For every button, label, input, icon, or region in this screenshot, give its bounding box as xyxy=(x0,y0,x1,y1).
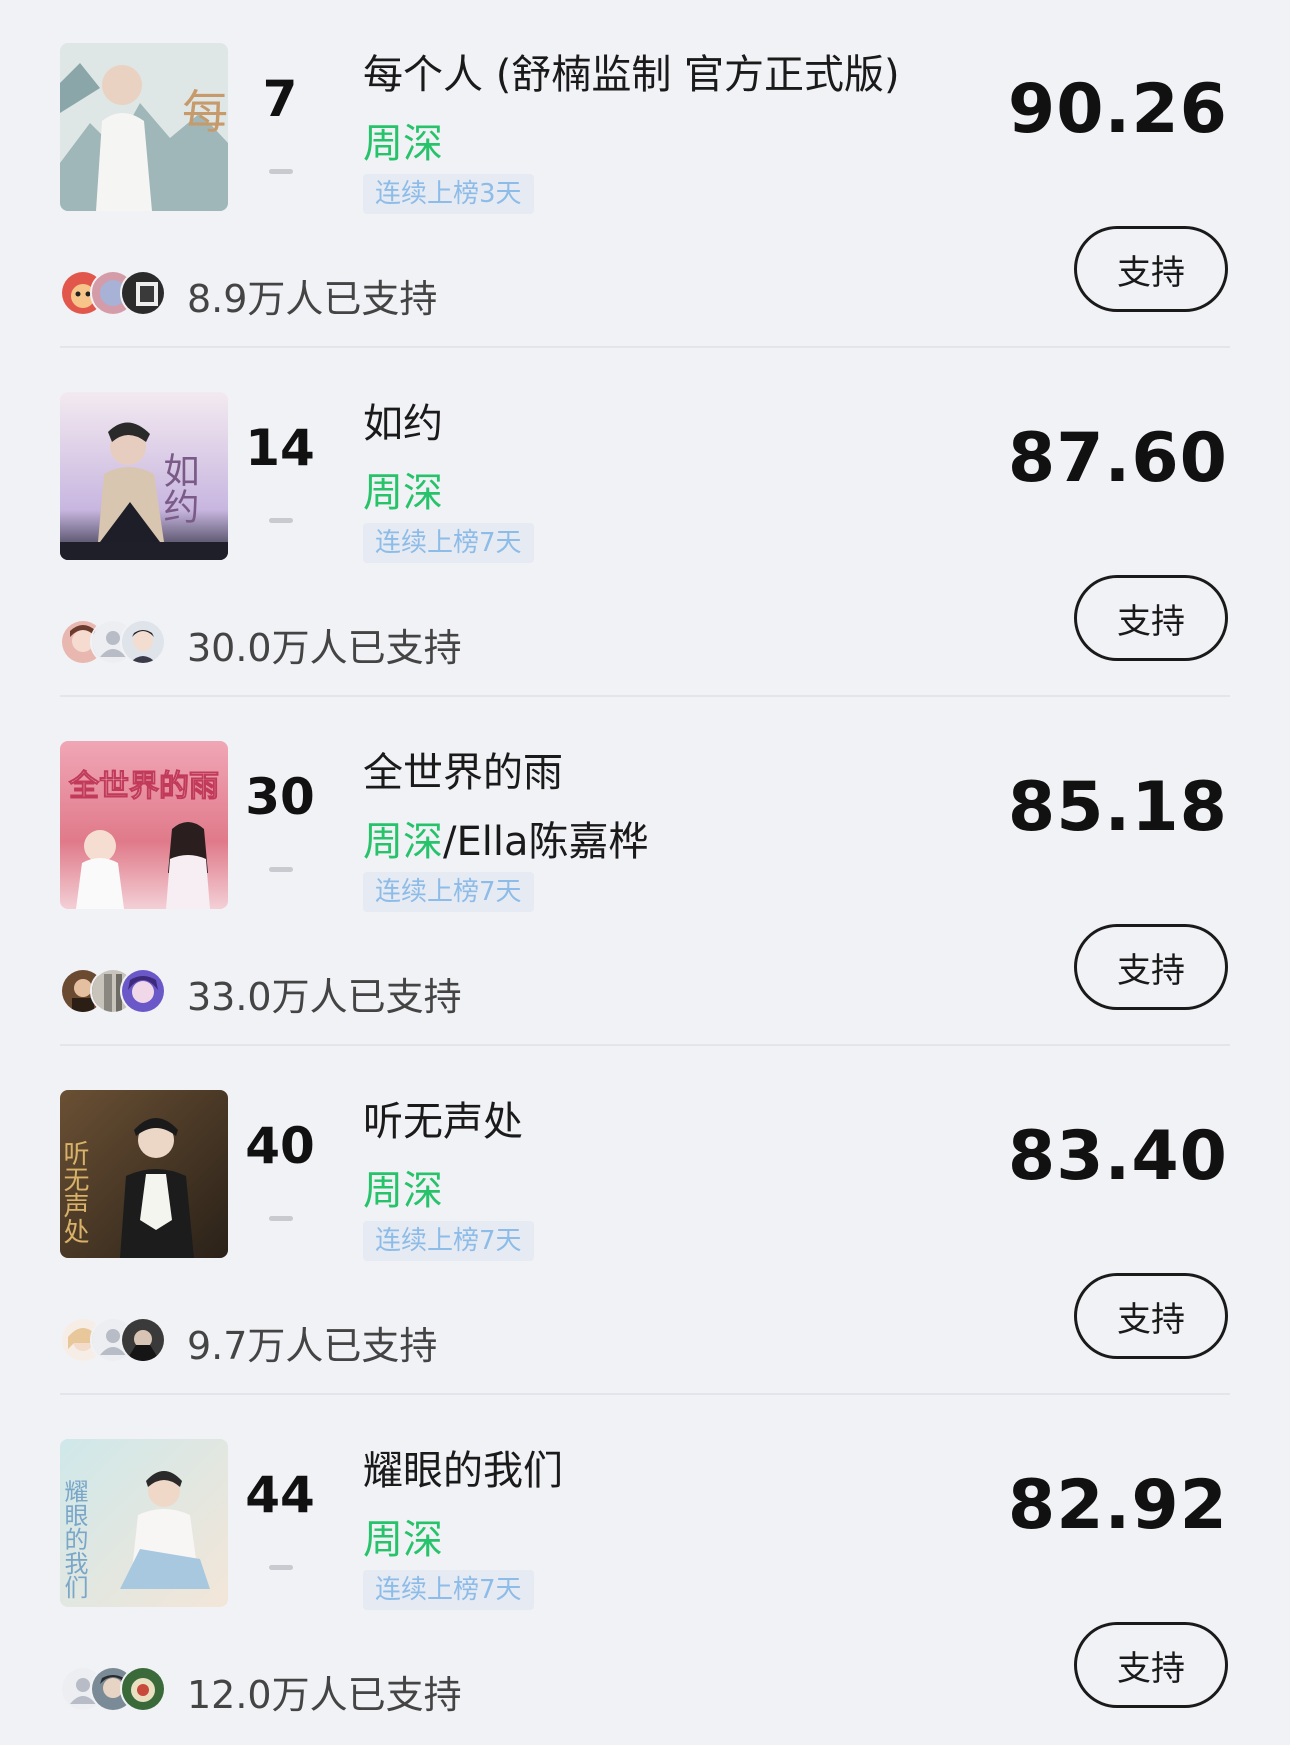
album-cover[interactable]: 全世界的雨 xyxy=(60,741,228,909)
artist-line[interactable]: 周深 xyxy=(363,1507,443,1565)
avatar xyxy=(120,1666,166,1712)
row-divider xyxy=(60,1393,1230,1395)
supporter-count: 30.0万人已支持 xyxy=(187,626,462,670)
support-button[interactable]: 支持 xyxy=(1074,924,1228,1010)
avatar xyxy=(120,1317,166,1363)
rank-number: 44 xyxy=(245,1466,315,1524)
support-button[interactable]: 支持 xyxy=(1074,1622,1228,1708)
streak-badge: 连续上榜3天 xyxy=(363,174,534,214)
supporter-count: 12.0万人已支持 xyxy=(187,1673,462,1717)
album-cover[interactable]: 每 xyxy=(60,43,228,211)
streak-badge: 连续上榜7天 xyxy=(363,1221,534,1261)
artist-line[interactable]: 周深 xyxy=(363,1158,443,1216)
album-cover[interactable]: 如约 xyxy=(60,392,228,560)
rank-number: 40 xyxy=(245,1117,315,1175)
score: 82.92 xyxy=(1007,1466,1228,1545)
song-title[interactable]: 每个人 (舒楠监制 官方正式版) xyxy=(363,42,900,100)
row-divider xyxy=(60,346,1230,348)
support-button[interactable]: 支持 xyxy=(1074,575,1228,661)
supporter-count: 9.7万人已支持 xyxy=(187,1324,438,1368)
rank-number: 30 xyxy=(245,768,315,826)
artist-line[interactable]: 周深 xyxy=(363,460,443,518)
ranking-row[interactable]: 每 7 每个人 (舒楠监制 官方正式版) 周深 连续上榜3天 90.26 8.9… xyxy=(0,0,1290,349)
support-button[interactable]: 支持 xyxy=(1074,226,1228,312)
song-title[interactable]: 听无声处 xyxy=(363,1089,523,1147)
artist-line[interactable]: 周深/Ella陈嘉桦 xyxy=(363,809,649,867)
cover-calligraphy: 听无声处 xyxy=(60,1140,89,1244)
rank-change-indicator xyxy=(269,867,293,872)
avatar xyxy=(120,270,166,316)
cover-title: 全世界的雨 xyxy=(68,769,219,804)
score: 85.18 xyxy=(1007,768,1228,847)
album-cover[interactable]: 耀眼的我们 xyxy=(60,1439,228,1607)
rank-change-indicator xyxy=(269,169,293,174)
song-title[interactable]: 全世界的雨 xyxy=(363,740,563,798)
cover-calligraphy: 每 xyxy=(182,85,228,139)
supporter-count: 8.9万人已支持 xyxy=(187,277,438,321)
ranking-row[interactable]: 耀眼的我们 44 耀眼的我们 周深 连续上榜7天 82.92 12.0万人已支持… xyxy=(0,1396,1290,1745)
row-divider xyxy=(60,1044,1230,1046)
avatar xyxy=(120,968,166,1014)
artist-name[interactable]: 周深 xyxy=(363,1168,443,1214)
score: 90.26 xyxy=(1007,70,1228,149)
artist-name[interactable]: 周深 xyxy=(363,121,443,167)
rank-change-indicator xyxy=(269,1565,293,1570)
song-title[interactable]: 耀眼的我们 xyxy=(363,1438,563,1496)
ranking-row[interactable]: 全世界的雨 30 全世界的雨 周深/Ella陈嘉桦 连续上榜7天 85.18 3… xyxy=(0,698,1290,1047)
rank-number: 7 xyxy=(262,70,298,128)
rank-change-indicator xyxy=(269,518,293,523)
cover-calligraphy: 如约 xyxy=(158,452,199,524)
ranking-row[interactable]: 听无声处 40 听无声处 周深 连续上榜7天 83.40 9.7万人已支持 支持 xyxy=(0,1047,1290,1396)
album-cover[interactable]: 听无声处 xyxy=(60,1090,228,1258)
row-divider xyxy=(60,695,1230,697)
artist-name[interactable]: 周深 xyxy=(363,470,443,516)
streak-badge: 连续上榜7天 xyxy=(363,523,534,563)
ranking-list: 每 7 每个人 (舒楠监制 官方正式版) 周深 连续上榜3天 90.26 8.9… xyxy=(0,0,1290,1742)
avatar xyxy=(120,619,166,665)
score: 83.40 xyxy=(1007,1117,1228,1196)
ranking-row[interactable]: 如约 14 如约 周深 连续上榜7天 87.60 30.0万人已支持 支持 xyxy=(0,349,1290,698)
score: 87.60 xyxy=(1007,419,1228,498)
support-button[interactable]: 支持 xyxy=(1074,1273,1228,1359)
streak-badge: 连续上榜7天 xyxy=(363,1570,534,1610)
rank-change-indicator xyxy=(269,1216,293,1221)
streak-badge: 连续上榜7天 xyxy=(363,872,534,912)
artist-name[interactable]: 周深 xyxy=(363,819,443,865)
supporter-count: 33.0万人已支持 xyxy=(187,975,462,1019)
artist-name[interactable]: 周深 xyxy=(363,1517,443,1563)
cover-calligraphy: 耀眼的我们 xyxy=(60,1479,88,1599)
song-title[interactable]: 如约 xyxy=(363,391,443,449)
artist-line[interactable]: 周深 xyxy=(363,111,443,169)
artist-extra[interactable]: /Ella陈嘉桦 xyxy=(443,819,649,865)
rank-number: 14 xyxy=(245,419,315,477)
